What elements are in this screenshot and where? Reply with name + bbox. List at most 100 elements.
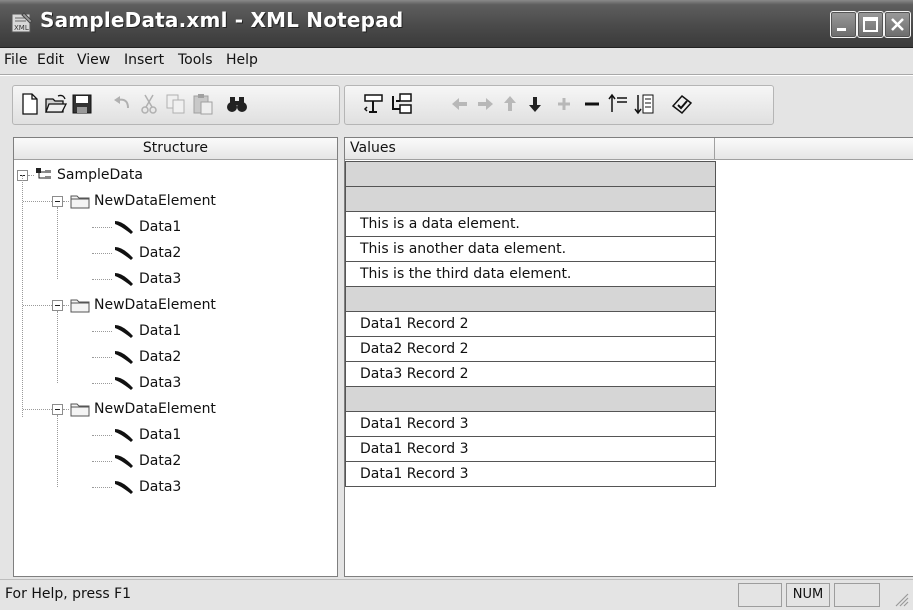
value-cell[interactable]: Data2 Record 2 xyxy=(345,336,716,362)
tree-root-node[interactable]: SampleData xyxy=(14,162,334,188)
status-bar: For Help, press F1 NUM xyxy=(0,579,913,610)
values-column-header[interactable]: Values xyxy=(345,138,715,159)
validate-icon xyxy=(671,94,693,115)
tree-node-label: Data3 xyxy=(139,375,182,391)
value-cell[interactable]: Data1 Record 2 xyxy=(345,311,716,337)
paste-button[interactable] xyxy=(189,89,217,119)
value-cell[interactable]: This is a data element. xyxy=(345,211,716,237)
move-right-button[interactable] xyxy=(471,89,499,119)
copy-button[interactable] xyxy=(162,89,190,119)
open-button[interactable] xyxy=(42,89,70,119)
find-button[interactable] xyxy=(223,89,251,119)
save-button[interactable] xyxy=(68,89,96,119)
collapse-button[interactable] xyxy=(578,89,606,119)
find-binoculars-icon xyxy=(227,97,247,112)
insert-child-button[interactable] xyxy=(388,89,416,119)
undo-button[interactable] xyxy=(108,89,136,119)
tree-node-label: Data1 xyxy=(139,219,182,235)
menu-help[interactable]: Help xyxy=(226,52,258,68)
toolbar xyxy=(0,76,913,134)
menu-tools[interactable]: Tools xyxy=(178,52,213,68)
collapse-toggle[interactable] xyxy=(52,196,63,207)
menu-view[interactable]: View xyxy=(77,52,110,68)
window-title: SampleData.xml - XML Notepad xyxy=(40,8,404,32)
value-cell[interactable]: Data3 Record 2 xyxy=(345,361,716,387)
insert-element-button[interactable] xyxy=(360,89,388,119)
insert-element-icon xyxy=(363,94,383,113)
collapse-all-button[interactable] xyxy=(630,89,658,119)
tree-guide-line xyxy=(22,175,23,417)
tree-node-label: Data3 xyxy=(139,271,182,287)
minimize-icon xyxy=(837,28,846,31)
tree-connector xyxy=(92,461,112,462)
minimize-button[interactable] xyxy=(830,11,857,38)
menu-insert[interactable]: Insert xyxy=(124,52,164,68)
expand-button[interactable] xyxy=(550,89,578,119)
menu-file[interactable]: File xyxy=(4,52,27,68)
move-up-button[interactable] xyxy=(496,89,524,119)
tree-node-label: SampleData xyxy=(57,167,143,183)
xml-notepad-app-icon[interactable]: XML xyxy=(11,12,33,34)
quill-leaf-icon xyxy=(115,455,133,468)
values-pane[interactable]: Values This is a data element. This is an… xyxy=(344,137,913,577)
tree-leaf-node[interactable]: Data1 xyxy=(14,318,334,344)
close-button[interactable] xyxy=(884,11,911,38)
menu-edit[interactable]: Edit xyxy=(37,52,64,68)
move-left-button[interactable] xyxy=(446,89,474,119)
tree-connector xyxy=(92,487,112,488)
tree-leaf-node[interactable]: Data2 xyxy=(14,448,334,474)
maximize-icon xyxy=(863,17,878,32)
value-cell[interactable] xyxy=(345,386,716,412)
resize-grip-icon[interactable] xyxy=(894,592,910,608)
tree-leaf-node[interactable]: Data1 xyxy=(14,214,334,240)
cut-icon xyxy=(141,94,157,114)
value-cell[interactable] xyxy=(345,286,716,312)
tree-leaf-node[interactable]: Data3 xyxy=(14,370,334,396)
tree-connector xyxy=(92,357,112,358)
cut-button[interactable] xyxy=(135,89,163,119)
collapse-toggle[interactable] xyxy=(52,300,63,311)
value-cell[interactable]: This is another data element. xyxy=(345,236,716,262)
status-text: For Help, press F1 xyxy=(5,586,132,602)
tree-node-label: NewDataElement xyxy=(94,401,216,417)
quill-leaf-icon xyxy=(115,377,133,390)
value-cell[interactable]: Data1 Record 3 xyxy=(345,461,716,487)
close-icon xyxy=(891,18,904,31)
move-down-button[interactable] xyxy=(521,89,549,119)
open-folder-icon xyxy=(45,94,68,113)
structure-tree-pane[interactable]: Structure SampleData NewDataElement Data1 D… xyxy=(13,137,338,577)
value-cell[interactable]: Data1 Record 3 xyxy=(345,436,716,462)
tree-connector xyxy=(63,201,69,202)
tree-connector xyxy=(92,227,112,228)
tree-leaf-node[interactable]: Data1 xyxy=(14,422,334,448)
value-cell[interactable] xyxy=(345,161,716,187)
move-down-icon xyxy=(529,97,541,112)
value-cell[interactable] xyxy=(345,186,716,212)
tree-folder-node[interactable]: NewDataElement xyxy=(14,292,334,318)
collapse-toggle[interactable] xyxy=(52,404,63,415)
values-header-bar: Values xyxy=(345,138,913,160)
tree-leaf-node[interactable]: Data3 xyxy=(14,266,334,292)
expand-plus-icon xyxy=(558,98,570,110)
tree-guide-line xyxy=(57,311,58,383)
value-cell[interactable]: Data1 Record 3 xyxy=(345,411,716,437)
tree-folder-node[interactable]: NewDataElement xyxy=(14,188,334,214)
maximize-button[interactable] xyxy=(857,11,884,38)
root-element-icon xyxy=(36,168,51,179)
quill-leaf-icon xyxy=(115,247,133,260)
tree-leaf-node[interactable]: Data2 xyxy=(14,240,334,266)
value-cell[interactable]: This is the third data element. xyxy=(345,261,716,287)
tree-folder-node[interactable]: NewDataElement xyxy=(14,396,334,422)
validate-button[interactable] xyxy=(668,89,696,119)
tree-node-label: NewDataElement xyxy=(94,297,216,313)
title-bar[interactable]: XML SampleData.xml - XML Notepad xyxy=(0,0,913,48)
tree-node-label: Data2 xyxy=(139,349,182,365)
structure-column-header[interactable]: Structure xyxy=(14,138,337,160)
tree-leaf-node[interactable]: Data2 xyxy=(14,344,334,370)
svg-text:XML: XML xyxy=(14,24,29,32)
tree-node-label: NewDataElement xyxy=(94,193,216,209)
expand-all-button[interactable] xyxy=(604,89,632,119)
tree-connector xyxy=(63,305,69,306)
new-button[interactable] xyxy=(16,89,44,119)
tree-leaf-node[interactable]: Data3 xyxy=(14,474,334,500)
